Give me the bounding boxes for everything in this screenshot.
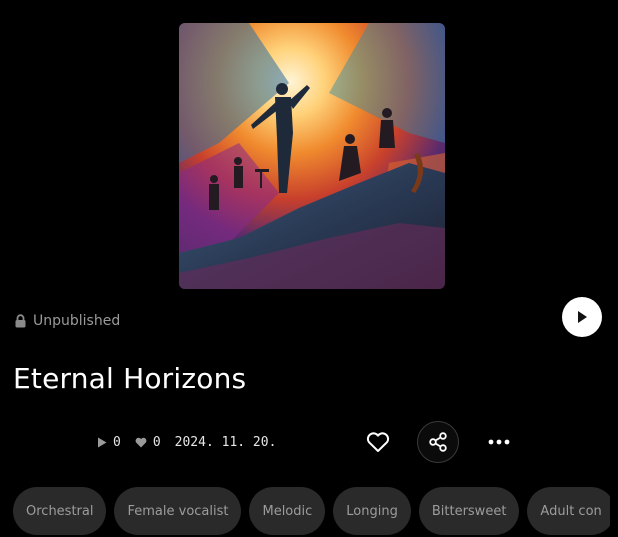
tag-chip[interactable]: Longing [333,487,411,535]
tag-list: Orchestral Female vocalist Melodic Longi… [13,487,610,535]
tag-chip[interactable]: Adult con [527,487,610,535]
release-date-value: 2024. 11. 20. [174,434,277,450]
release-date: 2024. 11. 20. [175,435,277,450]
tag-chip[interactable]: Female vocalist [114,487,242,535]
track-stats: 0 0 2024. 11. 20. [97,433,290,451]
tag-chip[interactable]: Bittersweet [418,487,520,535]
publish-status: Unpublished [14,311,120,331]
like-count: 0 [135,435,161,450]
cover-art [179,23,445,289]
like-count-value: 0 [152,434,161,450]
heart-small-icon [135,437,147,447]
play-small-icon [98,437,107,447]
more-dots-icon [488,439,510,445]
heart-outline-icon [366,432,390,452]
tag-chip[interactable]: Melodic [249,487,326,535]
play-icon [578,311,587,323]
tag-chip[interactable]: Orchestral [13,487,107,535]
play-count: 0 [97,435,121,450]
track-title: Eternal Horizons [13,362,247,395]
more-options-button[interactable] [486,432,512,452]
share-icon [429,432,447,452]
play-button[interactable] [562,297,602,337]
like-button[interactable] [364,428,392,456]
status-label: Unpublished [33,313,121,329]
share-button[interactable] [417,421,459,463]
lock-icon [14,314,27,328]
play-count-value: 0 [113,434,121,450]
